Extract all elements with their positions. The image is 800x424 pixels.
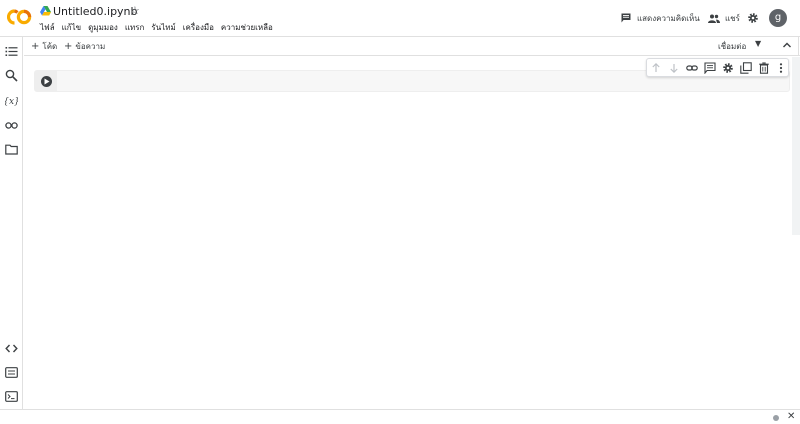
link-icon[interactable] (686, 62, 698, 74)
settings-button[interactable] (747, 9, 759, 27)
add-text-button[interactable]: + ข้อความ (64, 41, 105, 52)
menu-tools[interactable]: เครื่องมือ (183, 22, 214, 34)
menu-file[interactable]: ไฟล์ (40, 22, 55, 34)
run-cell-button[interactable] (41, 76, 52, 87)
command-palette-icon[interactable] (5, 366, 18, 379)
more-icon[interactable] (775, 62, 787, 74)
delete-icon[interactable] (758, 62, 770, 74)
comment-label: แสดงความคิดเห็น (637, 13, 700, 23)
move-up-icon[interactable] (650, 62, 662, 74)
menu-view[interactable]: ดูมุมมอง (88, 22, 118, 34)
terminal-icon[interactable] (5, 390, 18, 403)
colab-logo-icon[interactable] (7, 8, 32, 26)
add-code-button[interactable]: + โค้ด (31, 41, 57, 52)
header: Untitled0.ipynb ☆ ไฟล์ แก้ไข ดูมุมมอง แท… (0, 0, 800, 37)
move-down-icon[interactable] (668, 62, 680, 74)
people-icon (708, 14, 720, 23)
close-icon[interactable]: ✕ (787, 412, 795, 422)
menu-edit[interactable]: แก้ไข (62, 22, 82, 34)
toolbar-divider (798, 37, 799, 56)
account-avatar[interactable]: g (769, 9, 787, 27)
comment-icon[interactable] (704, 62, 716, 74)
menu-bar: ไฟล์ แก้ไข ดูมุมมอง แทรก รันไทม์ เครื่อง… (40, 22, 273, 34)
files-folder-icon[interactable] (5, 143, 18, 156)
connect-dropdown-icon[interactable]: ▼ (755, 39, 761, 48)
table-of-contents-icon[interactable] (5, 45, 18, 58)
settings-icon[interactable] (722, 62, 734, 74)
menu-runtime[interactable]: รันไทม์ (151, 22, 175, 34)
add-text-label: ข้อความ (75, 42, 106, 51)
play-icon (44, 78, 50, 85)
share-button[interactable]: แชร์ (708, 9, 740, 27)
gear-icon (748, 13, 758, 23)
connect-button[interactable]: เชื่อมต่อ (718, 41, 746, 52)
notebook-title[interactable]: Untitled0.ipynb (53, 4, 138, 19)
menu-help[interactable]: ความช่วยเหลือ (221, 22, 273, 34)
status-indicator-icon (773, 415, 779, 421)
plus-icon: + (31, 41, 40, 52)
colab-app: Untitled0.ipynb ☆ ไฟล์ แก้ไข ดูมุมมอง แท… (0, 0, 800, 424)
cell-toolbar (646, 58, 789, 77)
left-sidebar: {x} (0, 37, 23, 409)
menu-insert[interactable]: แทรก (125, 22, 145, 34)
variables-icon[interactable]: {x} (5, 94, 18, 107)
plus-icon: + (64, 41, 73, 52)
mirror-cell-icon[interactable] (740, 62, 752, 74)
secrets-key-icon[interactable] (5, 119, 18, 132)
collapse-header-icon[interactable] (781, 39, 793, 51)
comment-button[interactable]: แสดงความคิดเห็น (621, 9, 700, 27)
code-snippets-icon[interactable] (5, 342, 18, 355)
share-label: แชร์ (725, 13, 740, 23)
google-drive-icon (40, 6, 51, 16)
notebook-toolbar: + โค้ด + ข้อความ เชื่อมต่อ ▼ (24, 37, 800, 56)
svg-text:{x}: {x} (5, 97, 18, 107)
status-bar: ✕ (0, 409, 800, 424)
search-icon[interactable] (5, 69, 18, 82)
scrollbar[interactable] (792, 57, 800, 235)
star-icon[interactable]: ☆ (130, 3, 140, 18)
comment-icon (621, 13, 631, 23)
add-code-label: โค้ด (42, 42, 58, 51)
cell-gutter (35, 71, 57, 91)
